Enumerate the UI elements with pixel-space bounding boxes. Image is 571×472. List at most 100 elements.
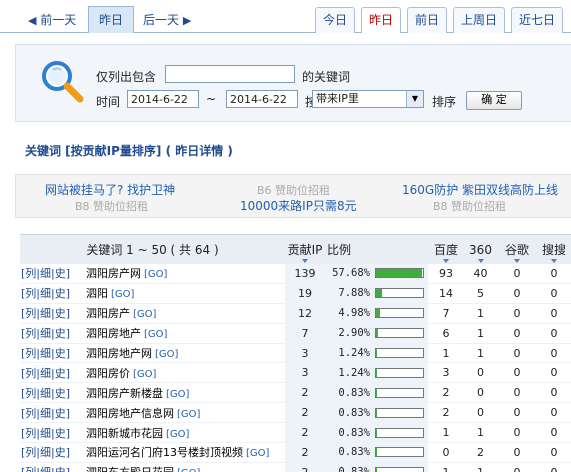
tab-yesterday[interactable]: 昨日: [361, 7, 401, 33]
ratio-bar-fill: [376, 408, 377, 417]
keyword-text[interactable]: 泗阳: [86, 287, 108, 300]
go-link[interactable]: [GO]: [166, 429, 189, 440]
go-link[interactable]: [GO]: [246, 448, 269, 459]
chevron-down-icon[interactable]: ▼: [406, 91, 423, 107]
keyword-text[interactable]: 泗阳房价: [86, 367, 130, 380]
ratio-bar-fill: [376, 289, 382, 298]
confirm-button[interactable]: 确 定: [466, 91, 522, 110]
date-separator: ~: [206, 92, 217, 106]
ad-link-1[interactable]: 网站被挂马了? 找护卫神: [45, 181, 175, 198]
row-ops-links[interactable]: [列|细|史]: [20, 303, 85, 324]
row-ops-links[interactable]: [列|细|史]: [20, 442, 85, 463]
go-link[interactable]: [GO]: [144, 329, 167, 340]
ip-cell: 12: [285, 303, 325, 324]
s360-cell: 1: [464, 462, 497, 472]
row-ops-links[interactable]: [列|细|史]: [20, 283, 85, 304]
sogou-cell: 0: [537, 382, 571, 404]
next-day-label: 后一天: [143, 13, 180, 27]
date-from-input[interactable]: [127, 90, 199, 108]
ratio-bar-cell: [375, 303, 428, 324]
row-ops-links[interactable]: [列|细|史]: [20, 382, 85, 404]
magnifier-icon: [42, 61, 84, 103]
prev-day-link[interactable]: ◀ 前一天: [28, 11, 76, 28]
sogou-cell: 0: [537, 402, 571, 424]
section-title: 关键词 [按贡献IP量排序] ( 昨日详情 ): [25, 144, 233, 158]
sogou-cell: 0: [537, 323, 571, 344]
table-row: [列|细|史] 泗阳 [GO] 19 7.88% 14 5 0 0: [20, 283, 571, 304]
ratio-bar: [375, 467, 424, 472]
go-link[interactable]: [GO]: [133, 369, 156, 380]
ratio-bar: [375, 288, 424, 299]
keyword-text[interactable]: 泗阳房地产信息网: [86, 407, 174, 420]
tab-today[interactable]: 今日: [315, 7, 355, 33]
ratio-bar-fill: [376, 349, 377, 357]
row-ops-links[interactable]: [列|细|史]: [20, 323, 85, 344]
header-360[interactable]: 360: [464, 234, 497, 264]
keyword-text[interactable]: 泗阳房产网: [86, 267, 141, 280]
keyword-input[interactable]: [165, 65, 295, 83]
keyword-text[interactable]: 泗阳房产: [86, 307, 130, 320]
tab-day-before[interactable]: 前日: [407, 7, 447, 33]
row-ops-links[interactable]: [列|细|史]: [20, 343, 85, 364]
go-link[interactable]: [GO]: [155, 349, 178, 360]
ip-cell: 19: [285, 283, 325, 304]
row-ops-links[interactable]: [列|细|史]: [20, 264, 85, 284]
current-day-tab[interactable]: 昨日: [88, 6, 134, 33]
go-link[interactable]: [GO]: [177, 409, 200, 420]
ad-link-3[interactable]: 10000来路IP只需8元: [240, 197, 357, 214]
keyword-text[interactable]: 泗阳房地产: [86, 327, 141, 340]
go-link[interactable]: [GO]: [111, 289, 134, 300]
keyword-table-wrapper: 关键词 1 ~ 50 ( 共 64 ) 贡献IP 比例 百度 360 谷歌 搜搜…: [20, 234, 571, 472]
table-row: [列|细|史]泗阳东方殿日花园[GO]20.83%1100: [20, 462, 571, 472]
header-ratio[interactable]: 比例: [325, 234, 428, 264]
ratio-bar-cell: [375, 382, 428, 404]
sort-desc-icon: [302, 259, 308, 263]
ratio-bar-cell: [375, 323, 428, 344]
ratio-bar-fill: [376, 448, 377, 457]
tab-last-sunday[interactable]: 上周日: [453, 7, 505, 33]
keyword-text[interactable]: 泗阳房地产网: [86, 347, 152, 360]
baidu-cell: 1: [428, 462, 464, 472]
ratio-cell: 1.24%: [325, 343, 375, 364]
baidu-cell: 2: [428, 382, 464, 404]
s360-cell: 0: [464, 362, 497, 384]
sort-select[interactable]: 带来IP里 ▼: [312, 90, 424, 108]
keyword-text[interactable]: 泗阳新城市花园: [86, 427, 163, 440]
only-list-label: 仅列出包含: [96, 70, 157, 84]
header-baidu[interactable]: 百度: [428, 234, 464, 264]
row-ops-links[interactable]: [列|细|史]: [20, 422, 85, 444]
ratio-bar-cell: [375, 283, 428, 304]
header-google[interactable]: 谷歌: [497, 234, 537, 264]
header-sogou[interactable]: 搜搜: [537, 234, 571, 264]
header-ip[interactable]: 贡献IP: [285, 234, 325, 264]
ratio-cell: 4.98%: [325, 303, 375, 324]
google-cell: 0: [497, 343, 537, 364]
header-360-label: 360: [469, 242, 492, 257]
ad-slot-b6[interactable]: B6 赞助位招租: [257, 182, 330, 198]
go-link[interactable]: [GO]: [166, 389, 189, 400]
ad-link-2[interactable]: 160G防护 紫田双线高防上线: [402, 181, 558, 198]
table-row: [列|细|史] 泗阳房地产 [GO] 7 2.90% 6 1 0 0: [20, 323, 571, 344]
ratio-bar: [375, 308, 424, 319]
next-day-link[interactable]: 后一天 ▶: [143, 11, 191, 28]
prev-day-label: 前一天: [40, 13, 77, 27]
keyword-text[interactable]: 泗阳东方殿日花园: [86, 466, 174, 472]
go-link[interactable]: [GO]: [177, 468, 200, 472]
row-ops-links[interactable]: [列|细|史]: [20, 402, 85, 424]
keyword-text[interactable]: 泗阳运河名门府13号楼封顶视频: [86, 446, 243, 459]
go-link[interactable]: [GO]: [144, 269, 167, 280]
keyword-text[interactable]: 泗阳房产新楼盘: [86, 387, 163, 400]
date-to-input[interactable]: [226, 90, 298, 108]
ad-slot-b8-left[interactable]: B8 赞助位招租: [75, 198, 148, 214]
row-ops-links[interactable]: [列|细|史]: [20, 462, 85, 472]
s360-cell: 1: [464, 422, 497, 444]
go-link[interactable]: [GO]: [133, 309, 156, 320]
ratio-bar: [375, 268, 424, 279]
keyword-cell: 泗阳房产网 [GO]: [85, 264, 285, 284]
table-row: [列|细|史] 泗阳房产新楼盘 [GO] 2 0.83% 2 0 0 0: [20, 382, 571, 404]
ad-slot-b8-right[interactable]: B8 赞助位招租: [433, 198, 506, 214]
baidu-cell: 93: [428, 264, 464, 284]
header-keyword[interactable]: 关键词 1 ~ 50 ( 共 64 ): [20, 234, 285, 264]
tab-last-seven-days[interactable]: 近七日: [511, 7, 563, 33]
row-ops-links[interactable]: [列|细|史]: [20, 362, 85, 384]
